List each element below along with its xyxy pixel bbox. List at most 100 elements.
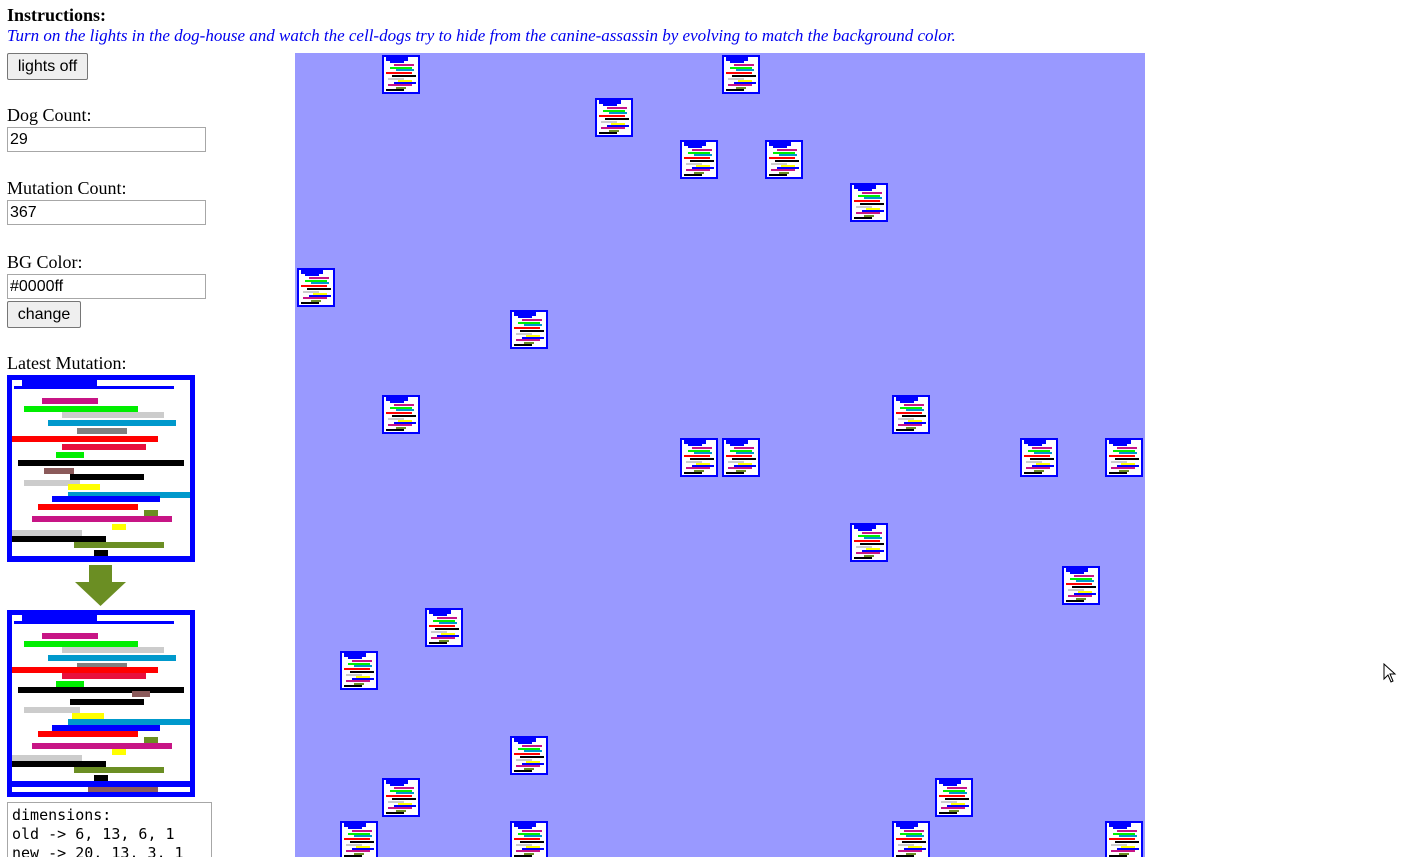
cell-dog-gene — [854, 200, 880, 202]
genome-bar — [112, 524, 126, 530]
cell-dog[interactable] — [722, 55, 760, 94]
cell-dog-gene — [309, 277, 329, 279]
cell-dog-gene — [524, 835, 542, 837]
cell-dog-gene — [906, 835, 924, 837]
cell-dog[interactable] — [510, 310, 548, 349]
cell-dog-gene — [690, 458, 714, 460]
cell-dog-gene — [520, 841, 544, 843]
cell-dog[interactable] — [680, 438, 718, 477]
cell-dog[interactable] — [340, 821, 378, 857]
cell-dog-gene — [1113, 444, 1127, 446]
cell-dog[interactable] — [892, 821, 930, 857]
cell-dog[interactable] — [722, 438, 760, 477]
instructions-title: Instructions: — [7, 5, 107, 25]
cell-dog[interactable] — [892, 395, 930, 434]
cell-dog-gene — [945, 798, 969, 800]
dog-house-canvas[interactable] — [295, 53, 1145, 857]
bg-color-input[interactable]: #0000ff — [7, 274, 206, 299]
cell-dog-gene — [439, 622, 457, 624]
cell-dog[interactable] — [1020, 438, 1058, 477]
cell-dog-gene — [854, 540, 880, 542]
cell-dog-gene — [1076, 580, 1094, 582]
cell-dog-gene — [769, 157, 795, 159]
cell-dog-gene — [601, 127, 625, 129]
cell-dog-gene — [524, 324, 542, 326]
cell-dog-gene — [1111, 467, 1135, 469]
cell-dog-gene — [311, 282, 329, 284]
cell-dog-gene — [1115, 841, 1139, 843]
mutation-dimensions-log[interactable]: dimensions: old -> 6, 13, 6, 1 new -> 20… — [7, 802, 212, 857]
mutation-count-label: Mutation Count: — [7, 178, 127, 198]
cell-dog[interactable] — [1105, 438, 1143, 477]
cell-dog[interactable] — [297, 268, 335, 307]
cell-dog[interactable] — [425, 608, 463, 647]
cell-dog-gene — [388, 424, 412, 426]
cell-dog[interactable] — [1105, 821, 1143, 857]
cell-dog-gene — [514, 344, 532, 346]
cell-dog-gene — [516, 339, 540, 341]
cell-dog-gene — [352, 830, 372, 832]
cell-dog-gene — [307, 288, 331, 290]
cell-dog-gene — [354, 835, 372, 837]
genome-bar — [70, 699, 144, 705]
down-arrow-icon — [75, 565, 126, 606]
lights-toggle-button[interactable]: lights off — [7, 53, 88, 80]
cell-dog-gene — [390, 401, 404, 403]
genome-bar — [38, 504, 138, 510]
cell-dog-gene — [514, 838, 540, 840]
cell-dog-gene — [686, 467, 710, 469]
cell-dog-gene — [301, 302, 319, 304]
cell-dog-gene — [730, 61, 744, 63]
cell-dog-gene — [856, 552, 880, 554]
cell-dog[interactable] — [382, 778, 420, 817]
genome-bar — [70, 474, 144, 480]
cell-dog-gene — [902, 841, 926, 843]
genome-bar — [38, 731, 138, 737]
cell-dog-gene — [522, 830, 542, 832]
genome-bar — [88, 560, 158, 562]
cell-dog[interactable] — [680, 140, 718, 179]
dog-count-field[interactable]: 29 — [7, 127, 206, 152]
cell-dog-gene — [1032, 447, 1052, 449]
cell-dog-gene — [1024, 472, 1042, 474]
cell-dog-gene — [599, 132, 617, 134]
cell-dog[interactable] — [1062, 566, 1100, 605]
cell-dog[interactable] — [510, 821, 548, 857]
mutation-count-field[interactable]: 367 — [7, 200, 206, 225]
cell-dog[interactable] — [595, 98, 633, 137]
latest-mutation-label: Latest Mutation: — [7, 353, 127, 373]
cell-dog-gene — [777, 149, 797, 151]
cell-dog-gene — [694, 154, 712, 156]
cell-dog-gene — [514, 753, 540, 755]
cell-dog-gene — [864, 537, 882, 539]
cell-dog[interactable] — [510, 736, 548, 775]
cell-dog-gene — [684, 157, 710, 159]
cell-dog[interactable] — [340, 651, 378, 690]
cell-dog-gene — [350, 671, 374, 673]
change-button[interactable]: change — [7, 301, 81, 328]
cell-dog-gene — [864, 197, 882, 199]
genome-bar — [62, 444, 146, 450]
cell-dog[interactable] — [935, 778, 973, 817]
cell-dog-gene — [904, 830, 924, 832]
cell-dog[interactable] — [850, 183, 888, 222]
cell-dog-gene — [386, 795, 412, 797]
cell-dog-gene — [949, 792, 967, 794]
cell-dog-gene — [394, 64, 414, 66]
cell-dog-gene — [856, 212, 880, 214]
cell-dog-gene — [346, 850, 370, 852]
cell-dog-gene — [344, 668, 370, 670]
genome-bar — [14, 621, 174, 624]
cell-dog-gene — [429, 625, 455, 627]
cell-dog[interactable] — [765, 140, 803, 179]
genome-bar — [32, 743, 172, 749]
cell-dog-gene — [394, 404, 414, 406]
cell-dog[interactable] — [850, 523, 888, 562]
genome-bar — [42, 398, 98, 404]
cell-dog[interactable] — [382, 395, 420, 434]
cell-dog[interactable] — [382, 55, 420, 94]
cell-dog-gene — [779, 154, 797, 156]
cell-dog-gene — [860, 543, 884, 545]
cell-dog-gene — [607, 107, 627, 109]
cell-dog-gene — [726, 455, 752, 457]
